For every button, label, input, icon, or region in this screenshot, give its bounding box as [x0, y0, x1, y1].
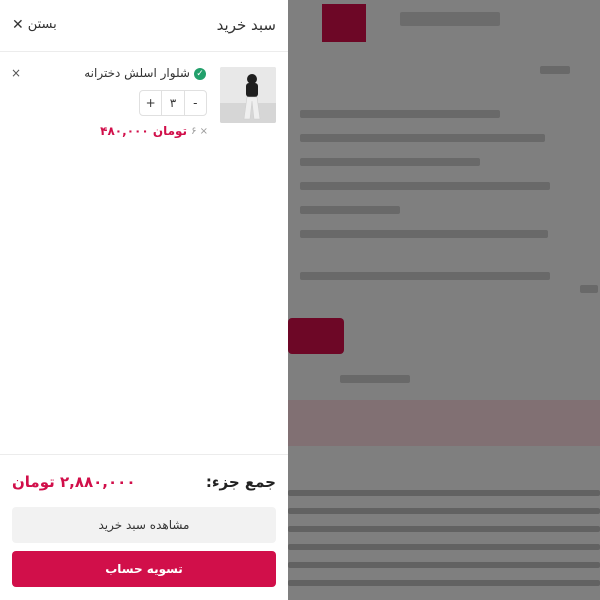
decrease-quantity-button[interactable]: -	[185, 91, 206, 115]
remove-item-icon[interactable]: ×	[11, 66, 21, 80]
cart-footer: جمع جزء: ۲,۸۸۰,۰۰۰ تومان مشاهده سبد خرید…	[0, 454, 288, 600]
close-icon: ✕	[12, 16, 24, 33]
close-label: بستن	[27, 17, 57, 32]
item-price-row: ۴۸۰,۰۰۰ تومان ۶ ×	[100, 124, 208, 138]
close-button[interactable]: بستن ✕	[12, 17, 57, 32]
cart-header: سبد خرید بستن ✕	[0, 0, 288, 52]
view-cart-button[interactable]: مشاهده سبد خرید	[12, 507, 276, 543]
increase-quantity-button[interactable]: +	[140, 91, 161, 115]
cart-panel: سبد خرید بستن ✕ ✓ شلوار اسلش دخترانه × +…	[0, 0, 288, 600]
cart-title: سبد خرید	[216, 16, 276, 34]
checkout-button[interactable]: تسویه حساب	[12, 551, 276, 587]
quantity-stepper: + ۳ -	[139, 90, 207, 116]
subtotal-label: جمع جزء:	[205, 473, 276, 491]
check-icon: ✓	[194, 68, 206, 80]
quantity-value[interactable]: ۳	[161, 91, 185, 115]
cart-item: ✓ شلوار اسلش دخترانه × + ۳ - ۴۸۰,۰۰۰ توم…	[0, 60, 288, 150]
item-price: ۴۸۰,۰۰۰ تومان	[100, 124, 188, 138]
product-thumbnail[interactable]	[220, 67, 276, 123]
product-name[interactable]: شلوار اسلش دخترانه	[84, 66, 190, 80]
item-count: ۶ ×	[191, 125, 208, 137]
subtotal-value: ۲,۸۸۰,۰۰۰ تومان	[12, 473, 136, 491]
